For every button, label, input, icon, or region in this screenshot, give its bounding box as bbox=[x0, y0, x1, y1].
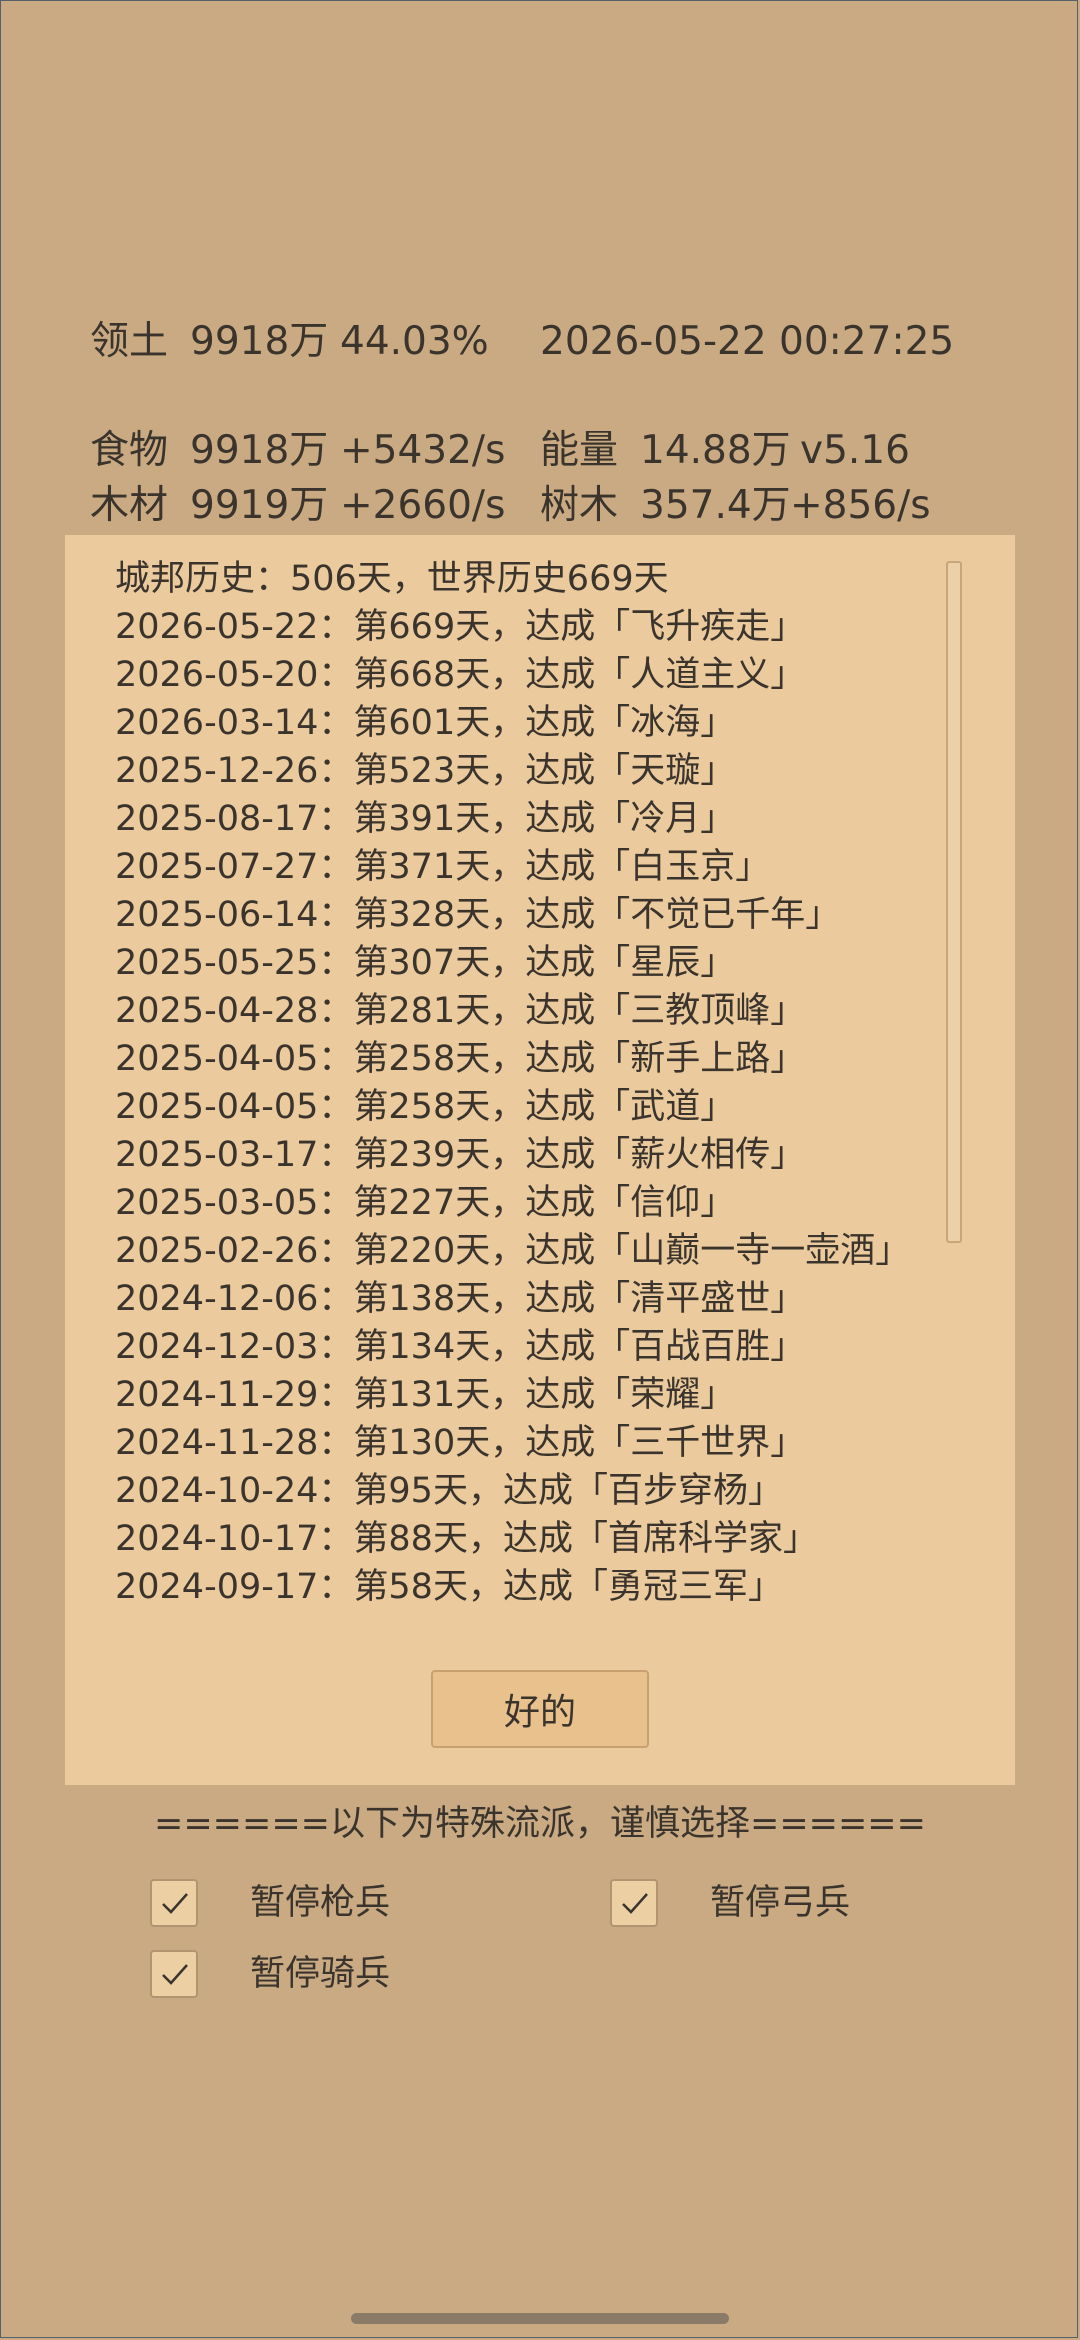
history-header: 城邦历史：506天，世界历史669天 bbox=[115, 559, 669, 599]
history-item: 2026-05-20：第668天，达成「人道主义」 bbox=[115, 655, 806, 695]
food-rate: +5432/s bbox=[340, 428, 506, 473]
stat-trees: 树木 357.4万+856/s bbox=[540, 482, 931, 530]
checkmark-icon bbox=[622, 1893, 648, 1914]
history-item: 2024-12-03：第134天，达成「百战百胜」 bbox=[115, 1327, 806, 1367]
home-indicator[interactable] bbox=[351, 2313, 729, 2324]
history-item: 2024-09-17：第58天，达成「勇冠三军」 bbox=[115, 1567, 783, 1607]
history-item: 2025-03-05：第227天，达成「信仰」 bbox=[115, 1183, 736, 1223]
pause-archers-label[interactable]: 暂停弓兵 bbox=[710, 1879, 850, 1927]
history-item: 2025-06-14：第328天，达成「不觉已千年」 bbox=[115, 895, 841, 935]
wood-rate: +2660/s bbox=[340, 483, 506, 528]
territory-percent: 44.03% bbox=[340, 319, 489, 364]
history-item: 2026-05-22：第669天，达成「飞升疾走」 bbox=[115, 607, 806, 647]
wood-label: 木材 bbox=[90, 483, 169, 528]
history-item: 2024-11-29：第131天，达成「荣耀」 bbox=[115, 1375, 736, 1415]
history-item: 2025-08-17：第391天，达成「冷月」 bbox=[115, 799, 736, 839]
pause-archers-checkbox[interactable] bbox=[610, 1879, 658, 1927]
history-item: 2025-03-17：第239天，达成「薪火相传」 bbox=[115, 1135, 806, 1175]
trees-value: 357.4万 bbox=[640, 483, 791, 528]
checkmark-icon bbox=[162, 1893, 188, 1914]
food-label: 食物 bbox=[90, 428, 169, 473]
territory-label: 领土 bbox=[90, 319, 169, 364]
history-item: 2025-07-27：第371天，达成「白玉京」 bbox=[115, 847, 771, 887]
pause-spearmen-label[interactable]: 暂停枪兵 bbox=[250, 1879, 390, 1927]
history-item: 2026-03-14：第601天，达成「冰海」 bbox=[115, 703, 736, 743]
history-dialog: 城邦历史：506天，世界历史669天 2026-05-22：第669天，达成「飞… bbox=[65, 535, 1015, 1785]
version-label: v5.16 bbox=[800, 428, 910, 473]
history-item: 2025-05-25：第307天，达成「星辰」 bbox=[115, 943, 736, 983]
special-warning: ======以下为特殊流派，谨慎选择====== bbox=[154, 1804, 926, 1844]
history-item: 2024-10-24：第95天，达成「百步穿杨」 bbox=[115, 1471, 783, 1511]
history-item: 2024-10-17：第88天，达成「首席科学家」 bbox=[115, 1519, 818, 1559]
pause-spearmen-checkbox[interactable] bbox=[150, 1879, 198, 1927]
territory-value: 9918万 bbox=[190, 319, 329, 364]
trees-rate: +856/s bbox=[790, 483, 931, 528]
ok-button[interactable]: 好的 bbox=[431, 1670, 649, 1748]
food-value: 9918万 bbox=[190, 428, 329, 473]
history-item: 2025-04-05：第258天，达成「新手上路」 bbox=[115, 1039, 806, 1079]
stat-energy: 能量 14.88万 v5.16 bbox=[540, 427, 910, 475]
stat-territory: 领土 9918万 44.03% bbox=[90, 318, 489, 366]
checkmark-icon bbox=[162, 1964, 188, 1985]
history-item: 2025-04-28：第281天，达成「三教顶峰」 bbox=[115, 991, 806, 1031]
energy-value: 14.88万 bbox=[640, 428, 791, 473]
history-item: 2025-04-05：第258天，达成「武道」 bbox=[115, 1087, 736, 1127]
energy-label: 能量 bbox=[540, 428, 619, 473]
game-datetime: 2026-05-22 00:27:25 bbox=[540, 319, 955, 364]
stat-food: 食物 9918万 +5432/s bbox=[90, 427, 505, 475]
trees-label: 树木 bbox=[540, 483, 619, 528]
stat-wood: 木材 9919万 +2660/s bbox=[90, 482, 505, 530]
pause-cavalry-label[interactable]: 暂停骑兵 bbox=[250, 1950, 390, 1998]
wood-value: 9919万 bbox=[190, 483, 329, 528]
history-item: 2024-12-06：第138天，达成「清平盛世」 bbox=[115, 1279, 806, 1319]
history-scrollbar[interactable] bbox=[946, 561, 962, 1243]
pause-cavalry-checkbox[interactable] bbox=[150, 1950, 198, 1998]
history-item: 2025-02-26：第220天，达成「山巅一寺一壶酒」 bbox=[115, 1231, 911, 1271]
history-list[interactable]: 城邦历史：506天，世界历史669天 2026-05-22：第669天，达成「飞… bbox=[115, 555, 975, 1615]
history-item: 2024-11-28：第130天，达成「三千世界」 bbox=[115, 1423, 806, 1463]
history-item: 2025-12-26：第523天，达成「天璇」 bbox=[115, 751, 736, 791]
